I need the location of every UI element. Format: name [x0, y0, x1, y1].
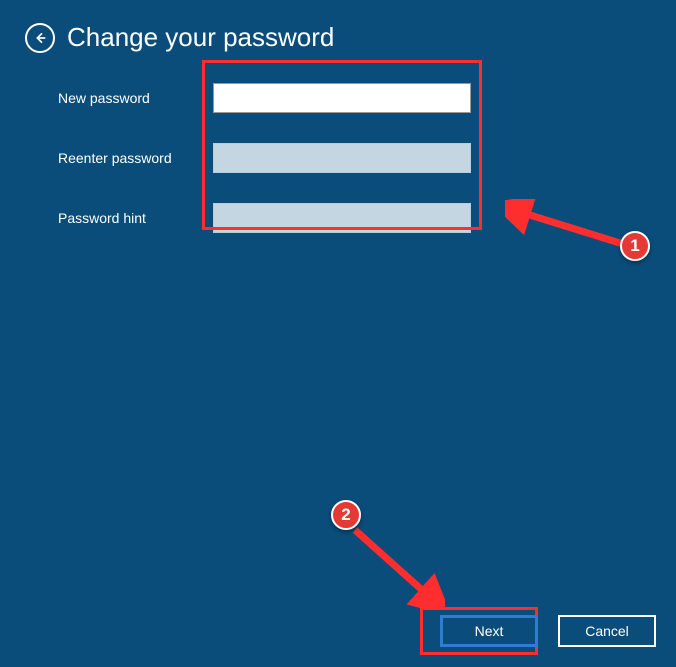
page-title: Change your password — [67, 22, 334, 53]
next-button[interactable]: Next — [440, 615, 538, 647]
annotation-badge-2: 2 — [331, 500, 361, 530]
new-password-input[interactable] — [213, 83, 471, 113]
arrow-left-icon — [32, 30, 48, 46]
annotation-arrow-1 — [505, 199, 635, 254]
button-bar: Next Cancel — [440, 615, 656, 647]
new-password-label: New password — [58, 90, 213, 106]
cancel-button[interactable]: Cancel — [558, 615, 656, 647]
annotation-arrow-2 — [345, 520, 445, 610]
new-password-row: New password — [58, 68, 471, 128]
password-form: New password Reenter password Password h… — [58, 68, 471, 248]
back-button[interactable] — [25, 23, 55, 53]
password-hint-label: Password hint — [58, 210, 213, 226]
reenter-password-label: Reenter password — [58, 150, 213, 166]
password-hint-input[interactable] — [213, 203, 471, 233]
password-hint-row: Password hint — [58, 188, 471, 248]
reenter-password-input[interactable] — [213, 143, 471, 173]
reenter-password-row: Reenter password — [58, 128, 471, 188]
annotation-badge-1: 1 — [620, 231, 650, 261]
